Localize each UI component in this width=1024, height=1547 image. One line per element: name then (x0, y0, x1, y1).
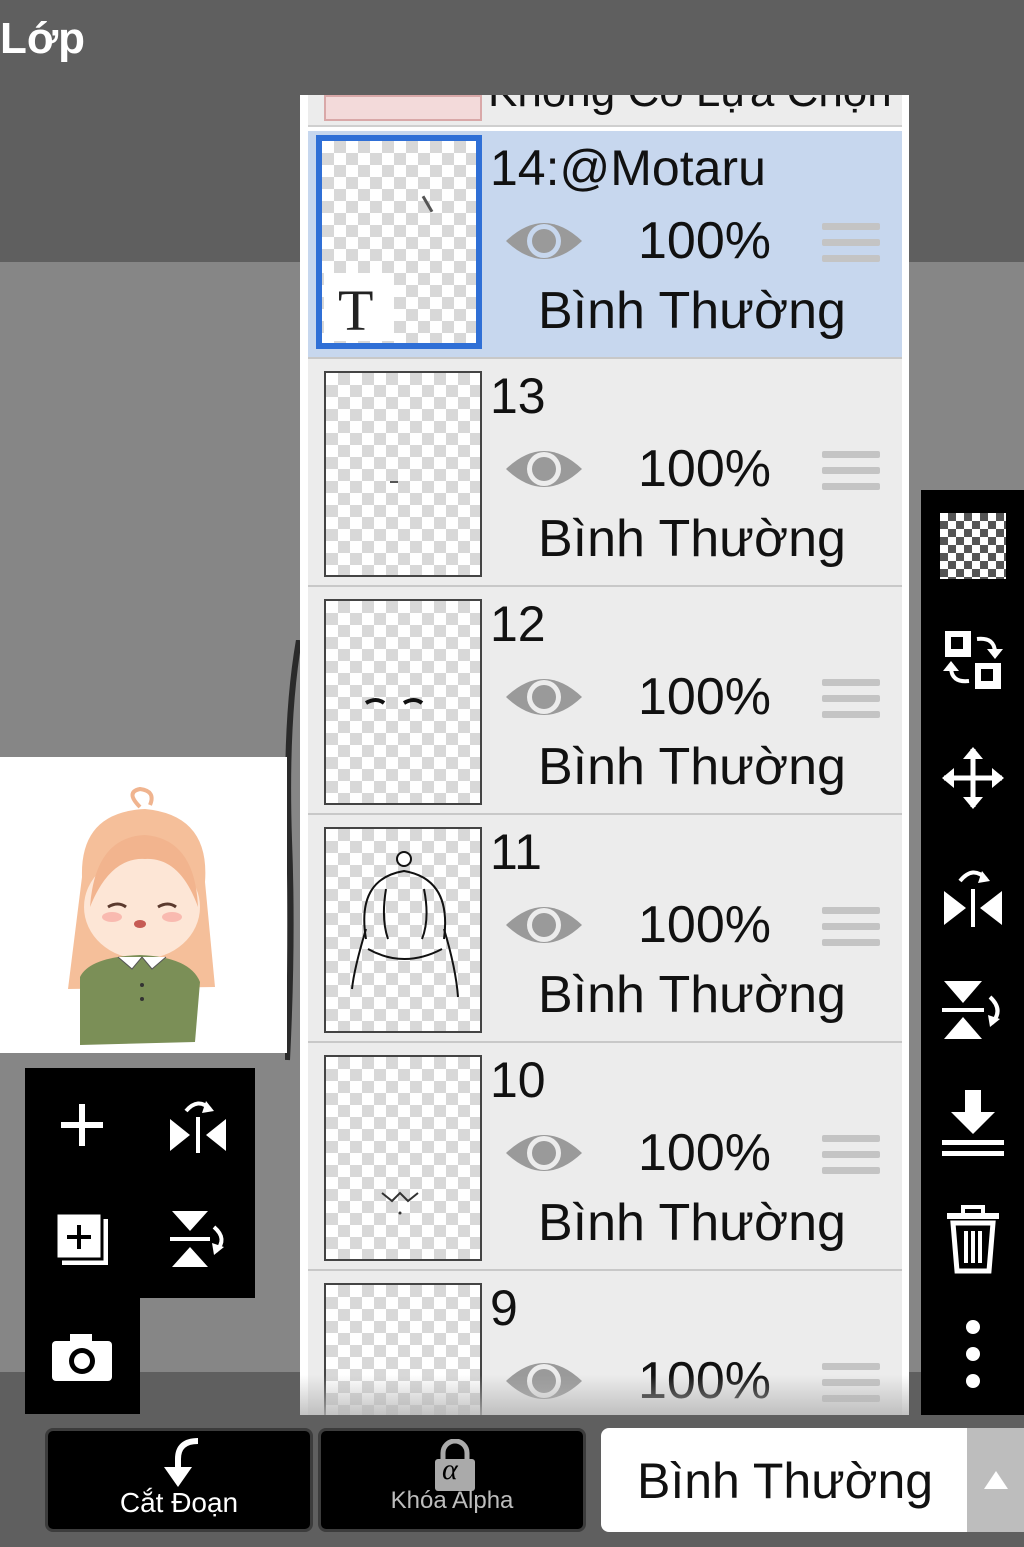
layer-content-mark (351, 851, 459, 998)
left-toolbar (25, 1068, 255, 1298)
eye-icon[interactable] (504, 213, 584, 269)
camera-icon (52, 1334, 112, 1381)
camera-button[interactable] (47, 1322, 117, 1392)
drag-handle-icon[interactable] (822, 907, 880, 953)
layer-row[interactable]: 10 100% Bình Thường (308, 1043, 902, 1271)
layer-row[interactable]: 11 100% Bình Thường (308, 815, 902, 1043)
move-button[interactable] (939, 744, 1007, 812)
flip-vertical-button[interactable] (163, 1204, 233, 1274)
right-toolbar (921, 490, 1024, 1415)
merge-down-icon (942, 1090, 1004, 1156)
swap-layers-icon (943, 631, 1003, 689)
delete-layer-button[interactable] (939, 1205, 1007, 1274)
layer-content-mark (421, 195, 434, 213)
text-layer-icon: T (338, 278, 374, 343)
drag-handle-icon[interactable] (822, 1135, 880, 1181)
layer-thumbnail[interactable] (324, 827, 482, 1033)
bottom-bar: Cắt Đoạn α Khóa Alpha Bình Thường (0, 1415, 1024, 1547)
eye-icon[interactable] (504, 897, 584, 953)
layer-name: 14:@Motaru (490, 140, 766, 196)
layer-opacity[interactable]: 100% (638, 211, 771, 271)
clipping-button[interactable]: Cắt Đoạn (45, 1428, 313, 1532)
duplicate-layer-icon (54, 1211, 108, 1265)
clipping-label: Cắt Đoạn (119, 1487, 239, 1518)
layers-panel[interactable]: Không Có Lựa Chọn T 14:@Motaru 100% Bình… (300, 95, 909, 1415)
selection-layer-row[interactable]: Không Có Lựa Chọn (308, 95, 902, 127)
drag-handle-icon[interactable] (822, 679, 880, 725)
flip-horizontal-icon (944, 870, 1002, 927)
left-toolbar-bottom (25, 1298, 140, 1414)
eye-icon[interactable] (504, 669, 584, 725)
layer-thumbnail[interactable] (324, 599, 482, 805)
layer-name: 13 (490, 368, 546, 424)
layer-thumbnail[interactable]: T (316, 135, 482, 349)
layer-blend-mode[interactable]: Bình Thường (538, 965, 846, 1025)
clip-arrow-icon (164, 1438, 199, 1487)
scroll-fade (300, 1375, 909, 1415)
add-layer-icon (61, 1104, 103, 1146)
layer-blend-mode[interactable]: Bình Thường (538, 737, 846, 797)
drag-handle-icon[interactable] (822, 223, 880, 269)
selection-layer-label: Không Có Lựa Chọn (488, 95, 892, 117)
more-options-button[interactable] (939, 1320, 1007, 1388)
page-title: Lớp (0, 14, 86, 63)
layer-name: 12 (490, 596, 546, 652)
merge-down-button[interactable] (939, 1090, 1007, 1158)
layer-name: 9 (490, 1280, 518, 1336)
swap-layers-button[interactable] (939, 626, 1007, 694)
flip-horizontal-icon (170, 1101, 226, 1153)
blend-mode-value: Bình Thường (637, 1453, 934, 1509)
layer-thumbnail[interactable] (324, 1055, 482, 1261)
layer-blend-mode[interactable]: Bình Thường (538, 1193, 846, 1253)
canvas-preview[interactable] (0, 757, 287, 1053)
layer-opacity[interactable]: 100% (638, 439, 771, 499)
alpha-lock-label: Khóa Alpha (390, 1487, 514, 1514)
transparency-icon (940, 513, 1006, 579)
blend-mode-dropdown-button[interactable] (967, 1428, 1024, 1532)
flip-horizontal-button[interactable] (163, 1090, 233, 1160)
alpha-lock-button[interactable]: α Khóa Alpha (318, 1428, 586, 1532)
layer-blend-mode[interactable]: Bình Thường (538, 281, 846, 341)
layer-row[interactable]: T 14:@Motaru 100% Bình Thường (308, 131, 902, 359)
character-preview-image (68, 786, 215, 1045)
layer-name: 10 (490, 1052, 546, 1108)
add-layer-button[interactable] (47, 1090, 117, 1160)
duplicate-layer-button[interactable] (47, 1204, 117, 1274)
layer-content-mark (364, 698, 424, 705)
chevron-up-icon (983, 1471, 1008, 1489)
trash-icon (947, 1205, 999, 1274)
layer-blend-mode[interactable]: Bình Thường (538, 509, 846, 569)
flip-vertical-icon (942, 981, 1000, 1039)
layer-row[interactable]: 13 100% Bình Thường (308, 359, 902, 587)
transparency-button[interactable] (939, 512, 1007, 580)
layer-row[interactable]: 12 100% Bình Thường (308, 587, 902, 815)
blend-mode-select[interactable]: Bình Thường (601, 1428, 967, 1532)
layer-content-mark (390, 481, 398, 483)
selection-thumb (324, 95, 482, 121)
drag-handle-icon[interactable] (822, 451, 880, 497)
alpha-symbol: α (442, 1453, 458, 1486)
flip-vertical-icon (170, 1211, 224, 1267)
layer-opacity[interactable]: 100% (638, 895, 771, 955)
layer-thumbnail[interactable] (324, 371, 482, 577)
more-icon (966, 1320, 980, 1388)
move-icon (942, 747, 1004, 809)
layer-opacity[interactable]: 100% (638, 667, 771, 727)
flip-vertical-button-right[interactable] (939, 976, 1007, 1044)
text-layer-marker: T (324, 273, 394, 343)
layer-content-mark (381, 1191, 419, 1215)
layer-opacity[interactable]: 100% (638, 1123, 771, 1183)
eye-icon[interactable] (504, 1125, 584, 1181)
flip-horizontal-button-right[interactable] (939, 862, 1007, 930)
eye-icon[interactable] (504, 441, 584, 497)
layer-name: 11 (490, 824, 542, 880)
